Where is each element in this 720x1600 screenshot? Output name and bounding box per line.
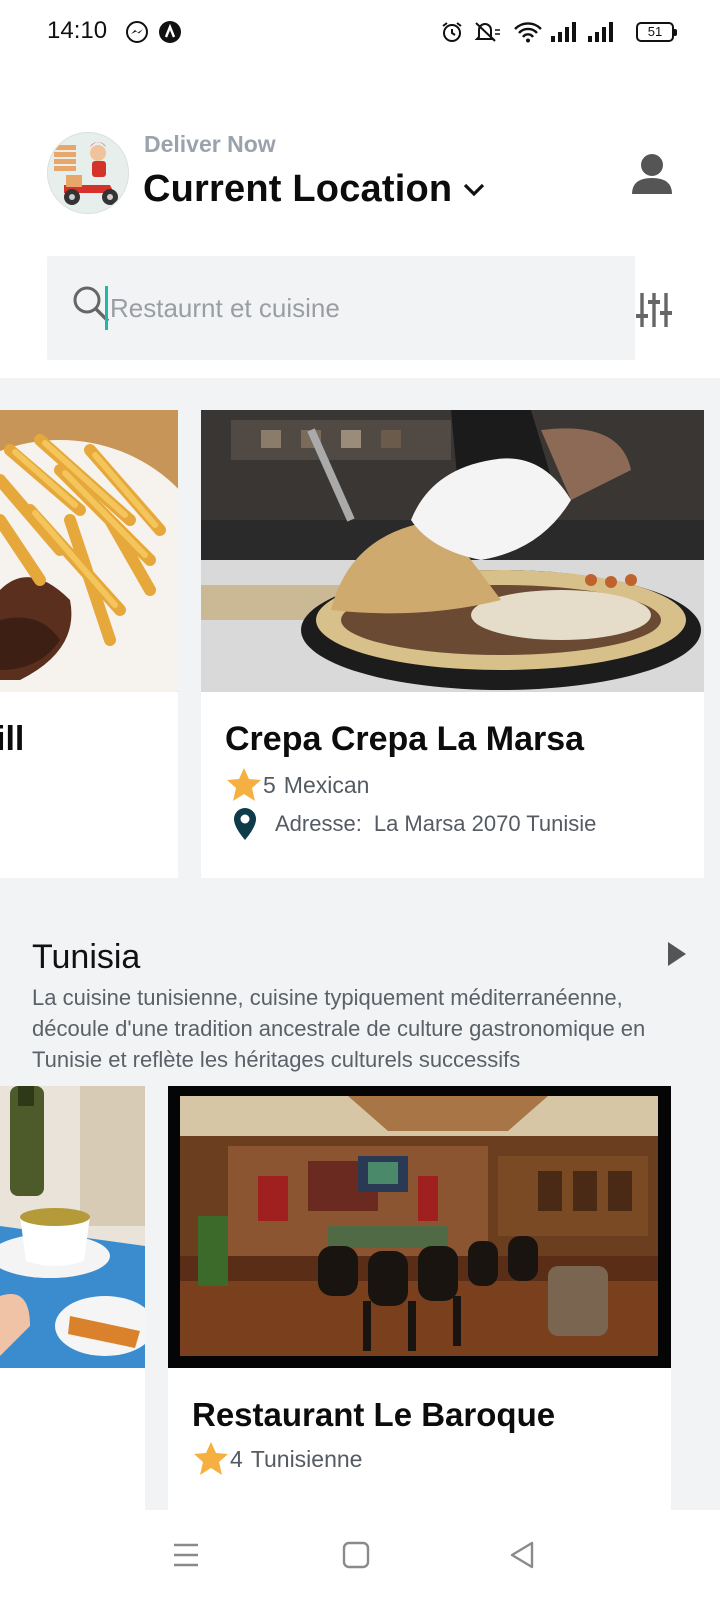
- cuisine-label: Tunisienne: [250, 1445, 363, 1472]
- mute-icon: [472, 18, 502, 46]
- rating-row: 4 Tunisienne: [192, 1440, 362, 1478]
- restaurant-card[interactable]: Restaurant Le Baroque 4 Tunisienne: [168, 1086, 671, 1510]
- location-selector[interactable]: Current Location: [143, 168, 486, 211]
- deliver-now-label: Deliver Now: [144, 131, 276, 157]
- chevron-down-icon: [464, 183, 485, 196]
- location-pin-icon: [234, 808, 256, 840]
- signal-icon: [548, 18, 578, 46]
- battery-icon: 51: [636, 22, 677, 42]
- cuisine-label: Mexican: [283, 771, 370, 798]
- back-icon[interactable]: [508, 1540, 538, 1570]
- restaurant-interior-photo: [168, 1086, 671, 1368]
- signal-icon: [585, 18, 615, 46]
- alarm-icon: [440, 18, 464, 46]
- status-bar: 14:10 51: [0, 0, 720, 64]
- play-arrow-icon[interactable]: [666, 940, 688, 968]
- tea-table-photo: [0, 1086, 145, 1368]
- restaurant-name: Restaurant Le Baroque: [192, 1396, 556, 1433]
- restaurant-name: Crepa Crepa La Marsa: [225, 720, 585, 758]
- category-description: La cuisine tunisienne, cuisine typiqueme…: [32, 985, 646, 1072]
- featured-restaurants-carousel: ill Crepa Crepa La Marsa 5 Mexican Adres…: [0, 378, 720, 878]
- restaurant-card[interactable]: [0, 1086, 145, 1510]
- location-title: Current Location: [143, 168, 453, 210]
- home-icon[interactable]: [341, 1540, 371, 1570]
- address-row: Adresse: La Marsa 2070 Tunisie: [233, 808, 596, 840]
- app-notification-icon: [157, 18, 183, 46]
- restaurant-card[interactable]: ill: [0, 410, 178, 878]
- messenger-icon: [124, 18, 150, 46]
- category-restaurants-carousel: Restaurant Le Baroque 4 Tunisienne: [0, 1086, 720, 1510]
- star-icon: [227, 768, 261, 801]
- category-title: Tunisia: [32, 938, 141, 976]
- restaurant-card[interactable]: Crepa Crepa La Marsa 5 Mexican Adresse: …: [201, 410, 704, 878]
- search-box: [47, 256, 635, 360]
- menu-icon[interactable]: [171, 1540, 201, 1570]
- search-input[interactable]: [105, 286, 605, 330]
- delivery-scooter-logo: [47, 132, 129, 214]
- rating-row: 5 Mexican: [225, 766, 369, 804]
- rating-value: 4: [230, 1445, 243, 1472]
- wifi-icon: [512, 18, 544, 46]
- rating-value: 5: [263, 771, 276, 798]
- crepe-cooking-photo: [201, 410, 704, 692]
- filter-icon[interactable]: [634, 290, 674, 330]
- profile-icon[interactable]: [630, 152, 674, 196]
- address-value: La Marsa 2070 Tunisie: [373, 811, 597, 836]
- address-label: Adresse:: [275, 811, 362, 836]
- steak-fries-photo: [0, 410, 178, 692]
- status-time: 14:10: [47, 17, 108, 44]
- restaurant-name: ill: [0, 720, 25, 758]
- star-icon: [194, 1442, 228, 1475]
